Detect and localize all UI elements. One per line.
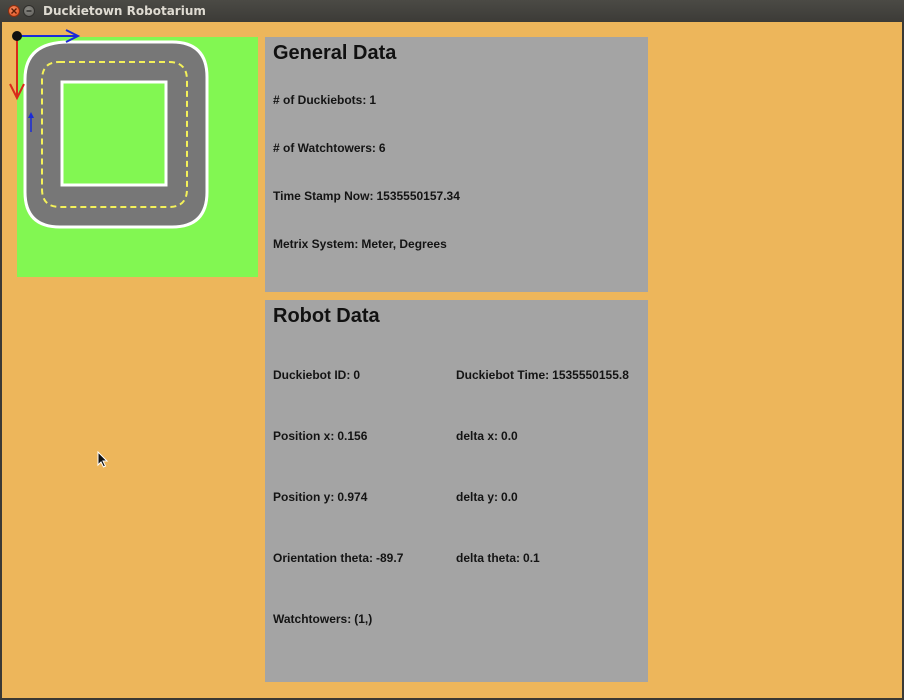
robot-heading-arrow-icon	[28, 112, 34, 118]
timestamp-now: Time Stamp Now: 1535550157.34	[273, 189, 460, 203]
duckiebot-time-value: 1535550155.8	[552, 368, 629, 382]
metric-system-label: Metrix System:	[273, 237, 359, 251]
delta-theta-value: 0.1	[523, 551, 540, 565]
minimize-icon	[26, 10, 32, 12]
position-y-value: 0.974	[337, 490, 368, 504]
orientation-theta-value: -89.7	[376, 551, 404, 565]
duckiebots-count-value: 1	[369, 93, 377, 107]
general-data-title: General Data	[273, 42, 397, 64]
coordinate-axes	[9, 29, 81, 132]
robot-watchtowers: Watchtowers: (1,)	[273, 612, 372, 626]
metric-system: Metrix System: Meter, Degrees	[273, 237, 447, 251]
delta-x-value: 0.0	[501, 429, 518, 443]
duckiebot-id: Duckiebot ID: 0	[273, 368, 360, 382]
position-x: Position x: 0.156	[273, 429, 367, 443]
delta-theta: delta theta: 0.1	[456, 551, 540, 565]
position-y: Position y: 0.974	[273, 490, 367, 504]
watchtowers-count-label: # of Watchtowers:	[273, 141, 376, 155]
position-x-label: Position x:	[273, 429, 335, 443]
close-icon	[11, 8, 17, 14]
duckiebot-id-value: 0	[353, 368, 361, 382]
delta-y-value: 0.0	[501, 490, 518, 504]
timestamp-now-label: Time Stamp Now:	[273, 189, 374, 203]
watchtowers-count-value: 6	[378, 141, 386, 155]
app-window: Duckietown Robotarium General Data # of …	[0, 0, 904, 700]
origin-dot-icon	[12, 31, 22, 41]
minimize-window-button[interactable]	[23, 5, 35, 17]
robot-watchtowers-label: Watchtowers:	[273, 612, 352, 626]
duckiebot-id-label: Duckiebot ID:	[273, 368, 351, 382]
delta-x: delta x: 0.0	[456, 429, 518, 443]
orientation-theta-label: Orientation theta:	[273, 551, 374, 565]
robot-data-panel: Robot Data Duckiebot ID: 0 Duckiebot Time…	[265, 300, 648, 682]
duckiebots-count: # of Duckiebots: 1	[273, 93, 376, 107]
duckiebot-time: Duckiebot Time: 1535550155.8	[456, 368, 629, 382]
delta-theta-label: delta theta:	[456, 551, 521, 565]
delta-x-label: delta x:	[456, 429, 499, 443]
mouse-pointer-icon	[97, 451, 109, 468]
timestamp-now-value: 1535550157.34	[376, 189, 460, 203]
general-data-panel: General Data # of Duckiebots: 1 # of Watc…	[265, 37, 648, 292]
delta-y: delta y: 0.0	[456, 490, 518, 504]
close-window-button[interactable]	[8, 5, 20, 17]
orientation-theta: Orientation theta: -89.7	[273, 551, 403, 565]
title-bar[interactable]: Duckietown Robotarium	[0, 0, 904, 22]
window-title: Duckietown Robotarium	[43, 4, 206, 18]
duckiebot-time-label: Duckiebot Time:	[456, 368, 550, 382]
position-x-value: 0.156	[337, 429, 368, 443]
duckiebots-count-label: # of Duckiebots:	[273, 93, 367, 107]
position-y-label: Position y:	[273, 490, 335, 504]
robotarium-canvas: General Data # of Duckiebots: 1 # of Watc…	[2, 22, 902, 698]
delta-y-label: delta y:	[456, 490, 499, 504]
robot-watchtowers-value: (1,)	[354, 612, 373, 626]
metric-system-value: Meter, Degrees	[361, 237, 447, 251]
watchtowers-count: # of Watchtowers: 6	[273, 141, 386, 155]
robot-data-title: Robot Data	[273, 305, 380, 327]
